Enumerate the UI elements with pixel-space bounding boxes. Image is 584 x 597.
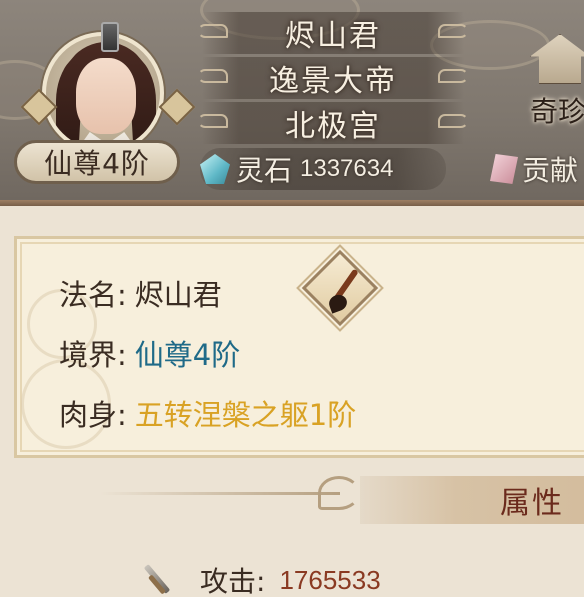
attack-label: 攻击: (200, 565, 266, 597)
pavilion-icon (530, 34, 584, 84)
treasure-label: 奇珍 (530, 95, 584, 128)
dharma-name-value: 烬山君 (134, 278, 222, 312)
attributes-section-header: 属性 (0, 470, 584, 526)
title-banner-sect: 北极宫 (198, 102, 468, 144)
header-divider (0, 200, 584, 206)
attack-stat-row: 攻击: 1765533 (138, 560, 381, 597)
swirl-ornament-icon (438, 69, 468, 83)
swirl-ornament-icon (198, 69, 228, 83)
swirl-ornament-icon (438, 114, 468, 128)
banner-text: 北极宫 (285, 109, 381, 144)
crown-icon (101, 22, 119, 52)
section-title: 属性 (500, 486, 564, 521)
spirit-stone-label: 灵石 (236, 154, 293, 187)
title-banner-name: 烬山君 (198, 12, 468, 54)
token-icon (490, 154, 518, 184)
spirit-stone-value: 1337634 (300, 155, 394, 182)
realm-row: 境界: 仙尊4阶 (59, 332, 240, 374)
player-header: 仙尊4阶 烬山君 逸景大帝 北极宫 灵石 1337634 贡献 奇珍 (0, 0, 584, 206)
body-label: 肉身: (59, 398, 127, 432)
contribution-label: 贡献 (522, 154, 579, 187)
body-value: 五转涅槃之躯1阶 (134, 398, 357, 432)
swirl-ornament-icon (198, 114, 228, 128)
diamond-ornament-icon (158, 88, 196, 126)
attack-value: 1765533 (279, 564, 381, 595)
banner-text: 逸景大帝 (269, 64, 397, 99)
swirl-ornament-icon (438, 24, 468, 38)
realm-value: 仙尊4阶 (134, 338, 241, 372)
treasure-button[interactable]: 奇珍 (524, 26, 584, 128)
avatar-face (76, 58, 136, 134)
attributes-tab[interactable]: 属性 (360, 476, 584, 524)
title-banner-title: 逸景大帝 (198, 57, 468, 99)
realm-label: 境界: (59, 338, 127, 372)
banner-text: 烬山君 (285, 19, 381, 54)
sword-icon (138, 560, 178, 597)
section-divider-line (100, 492, 340, 495)
info-card: 法名: 烬山君 境界: 仙尊4阶 肉身: 五转涅槃之躯1阶 (14, 236, 584, 458)
dharma-name-label: 法名: (59, 278, 127, 312)
cloud-ornament-icon (318, 476, 360, 510)
spirit-stone-counter[interactable]: 灵石 1337634 (200, 148, 446, 190)
contribution-counter[interactable]: 贡献 (490, 148, 584, 190)
brush-icon (325, 265, 365, 317)
swirl-ornament-icon (198, 24, 228, 38)
gem-icon (200, 154, 230, 184)
dharma-name-row: 法名: 烬山君 (59, 272, 222, 314)
body-row: 肉身: 五转涅槃之躯1阶 (59, 392, 356, 434)
rank-badge: 仙尊4阶 (14, 140, 180, 184)
